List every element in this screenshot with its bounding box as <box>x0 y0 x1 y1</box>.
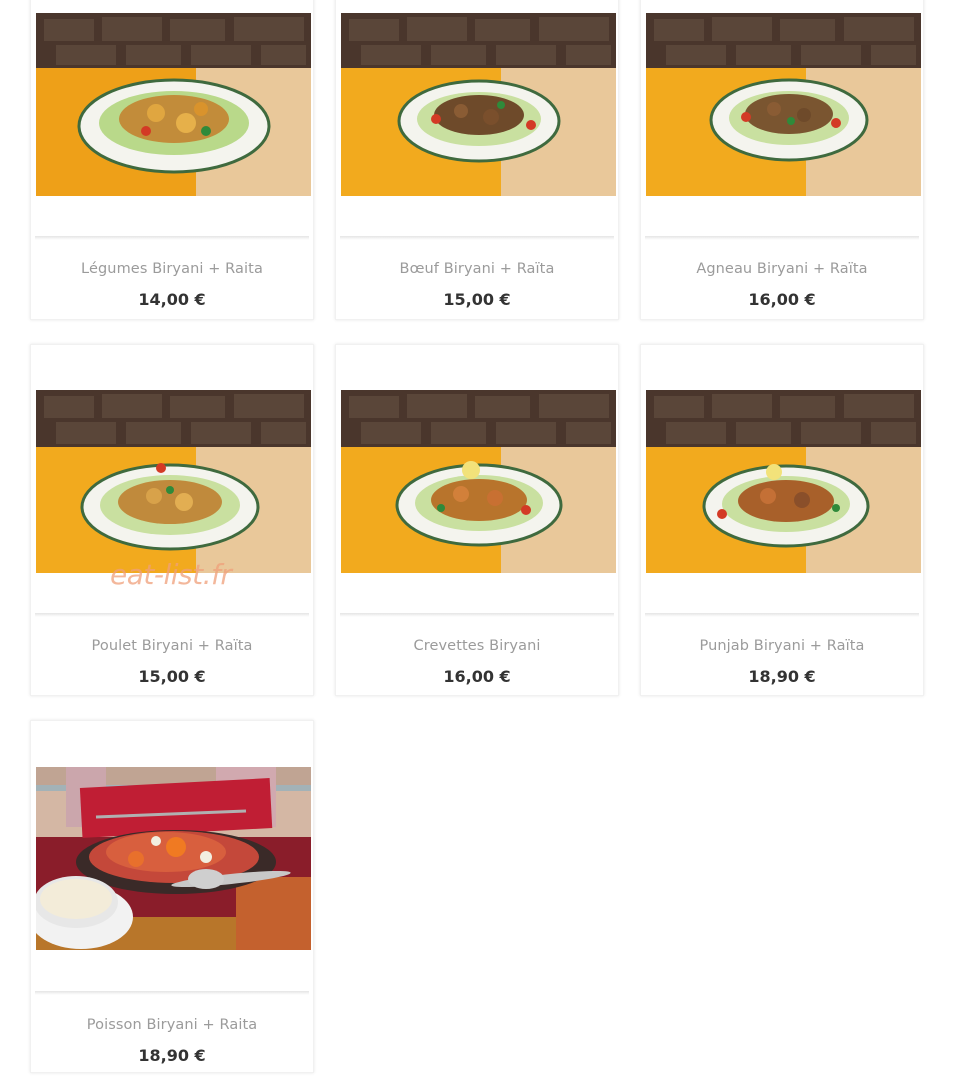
product-price: 14,00 € <box>138 290 206 309</box>
product-image[interactable] <box>646 13 921 196</box>
product-card[interactable]: Légumes Biryani + Raita 14,00 € <box>30 0 314 320</box>
product-price: 18,90 € <box>138 1046 206 1065</box>
product-card[interactable]: Crevettes Biryani 16,00 € <box>335 344 619 696</box>
product-name[interactable]: Crevettes Biryani <box>336 638 618 654</box>
product-image[interactable] <box>36 13 311 196</box>
product-card[interactable]: Bœuf Biryani + Raïta 15,00 € <box>335 0 619 320</box>
watermark: eat-list.fr <box>110 558 232 591</box>
product-price: 16,00 € <box>443 667 511 686</box>
product-name[interactable]: Agneau Biryani + Raïta <box>641 261 923 277</box>
product-price: 16,00 € <box>748 290 816 309</box>
product-card[interactable]: Agneau Biryani + Raïta 16,00 € <box>640 0 924 320</box>
product-image[interactable] <box>36 767 311 950</box>
product-image[interactable] <box>341 13 616 196</box>
card-divider <box>35 613 309 617</box>
card-divider <box>645 613 919 617</box>
card-divider <box>340 613 614 617</box>
product-price: 15,00 € <box>138 667 206 686</box>
product-image[interactable] <box>36 390 311 573</box>
product-name[interactable]: Punjab Biryani + Raïta <box>641 638 923 654</box>
card-divider <box>645 236 919 240</box>
product-name[interactable]: Poulet Biryani + Raïta <box>31 638 313 654</box>
product-card[interactable]: Poisson Biryani + Raita 18,90 € <box>30 720 314 1073</box>
product-name[interactable]: Légumes Biryani + Raita <box>31 261 313 277</box>
product-image[interactable] <box>341 390 616 573</box>
product-name[interactable]: Bœuf Biryani + Raïta <box>336 261 618 277</box>
product-grid: Légumes Biryani + Raita 14,00 € Bœuf Bir… <box>0 0 956 1086</box>
product-image[interactable] <box>646 390 921 573</box>
card-divider <box>340 236 614 240</box>
card-divider <box>35 991 309 995</box>
product-card[interactable]: Punjab Biryani + Raïta 18,90 € <box>640 344 924 696</box>
product-name[interactable]: Poisson Biryani + Raita <box>31 1017 313 1033</box>
card-divider <box>35 236 309 240</box>
product-price: 15,00 € <box>443 290 511 309</box>
product-card[interactable]: Poulet Biryani + Raïta 15,00 € <box>30 344 314 696</box>
product-price: 18,90 € <box>748 667 816 686</box>
